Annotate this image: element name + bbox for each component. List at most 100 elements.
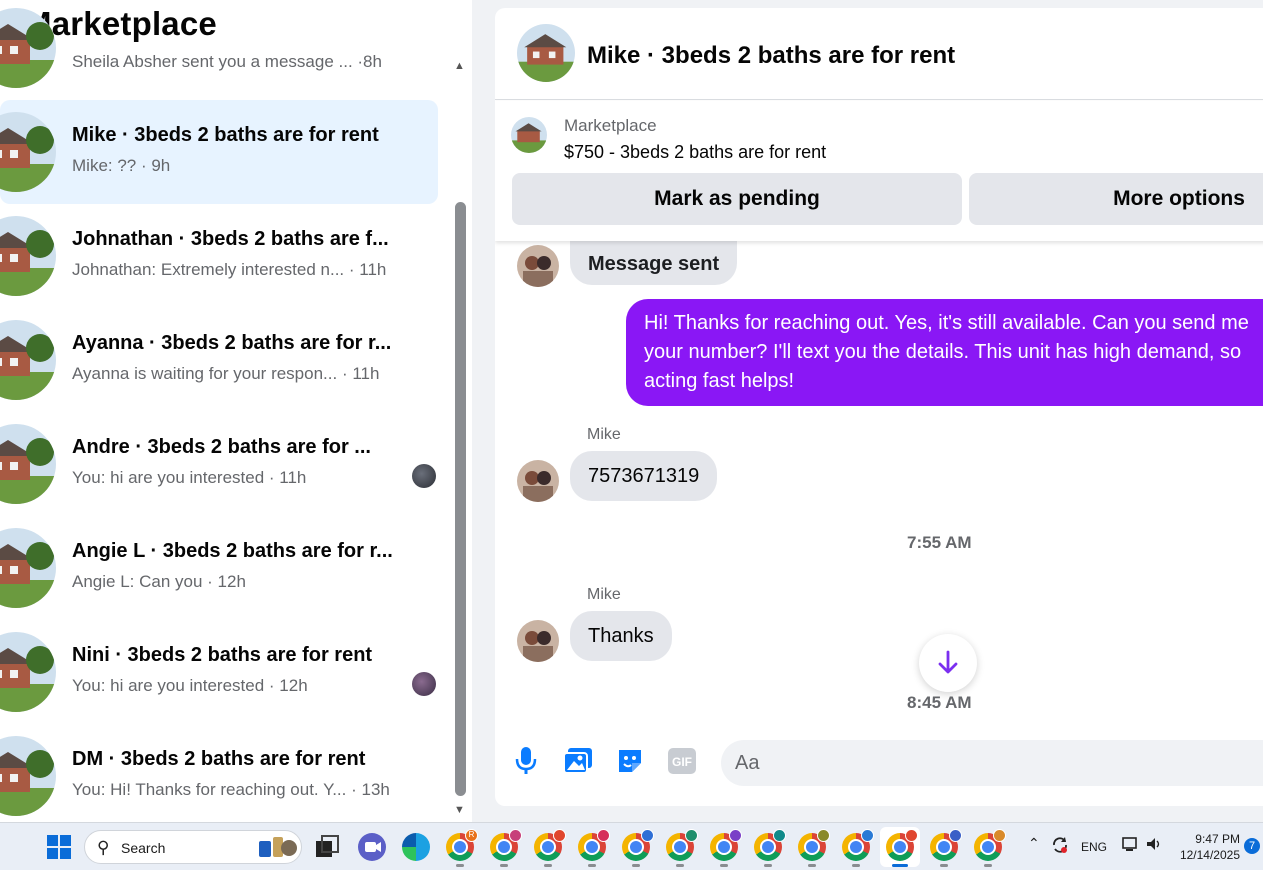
chrome-profile-icon[interactable] — [578, 829, 610, 861]
running-indicator — [500, 864, 508, 867]
running-indicator — [544, 864, 552, 867]
scroll-thumb[interactable] — [455, 202, 466, 796]
running-indicator — [984, 864, 992, 867]
conversation-item[interactable]: Andre · 3beds 2 baths are for ... You: h… — [0, 412, 438, 516]
network-icon[interactable] — [1122, 835, 1140, 856]
listing-banner: Marketplace $750 - 3beds 2 baths are for… — [495, 101, 1263, 241]
chrome-profile-icon[interactable] — [754, 829, 786, 861]
chrome-profile-icon[interactable] — [490, 829, 522, 861]
message-bubble: Thanks — [570, 611, 672, 661]
conversation-item[interactable]: Angie L · 3beds 2 baths are for r... Ang… — [0, 516, 438, 620]
listing-price-title[interactable]: $750 - 3beds 2 baths are for rent — [564, 142, 826, 163]
message-thread: Message sent Hi! Thanks for reaching out… — [495, 219, 1263, 721]
photo-icon[interactable] — [563, 746, 593, 776]
house-thumbnail — [0, 112, 56, 192]
read-receipt-avatar — [412, 672, 436, 696]
chevron-up-icon[interactable]: ⌃ — [1028, 835, 1040, 852]
scroll-up-icon[interactable]: ▲ — [454, 60, 465, 72]
more-options-button[interactable]: More options — [969, 173, 1263, 225]
chrome-profile-icon[interactable] — [798, 829, 830, 861]
profile-badge — [729, 829, 742, 842]
conversation-preview: You: hi are you interested · 11h — [72, 468, 307, 487]
gif-icon[interactable]: GIF — [667, 746, 697, 776]
chat-title[interactable]: Mike · 3beds 2 baths are for rent — [587, 42, 955, 70]
profile-badge — [949, 829, 962, 842]
sticker-icon[interactable] — [615, 746, 645, 776]
conversation-item[interactable]: Sheila Absher sent you a message ... ·8h — [0, 8, 438, 100]
listing-avatar[interactable] — [517, 24, 575, 82]
conversation-item[interactable]: DM · 3beds 2 baths are for rent You: Hi!… — [0, 724, 438, 822]
language-indicator[interactable]: ENG — [1081, 840, 1107, 854]
scroll-down-icon[interactable]: ▼ — [454, 804, 465, 816]
conversation-preview: Mike: ?? · 9h — [72, 156, 171, 175]
sender-avatar — [517, 460, 559, 502]
left-header: ← Marketplace — [0, 0, 472, 48]
scroll-to-bottom-button[interactable] — [919, 634, 977, 692]
search-highlight-icon — [259, 837, 297, 857]
profile-badge — [641, 829, 654, 842]
microphone-icon[interactable] — [511, 746, 541, 776]
house-thumbnail — [0, 632, 56, 712]
profile-badge — [861, 829, 874, 842]
sync-icon[interactable] — [1050, 835, 1070, 858]
running-indicator — [808, 864, 816, 867]
house-thumbnail — [0, 216, 56, 296]
teams-chat-icon[interactable] — [358, 833, 386, 861]
conversation-scrollbar[interactable]: ▲ ▼ — [452, 56, 468, 822]
conversation-panel: ← Marketplace Sheila Absher sent you a m… — [0, 0, 472, 822]
system-clock[interactable]: 9:47 PM 12/14/2025 — [1170, 831, 1240, 863]
chrome-profile-icon[interactable] — [842, 829, 874, 861]
running-indicator — [720, 864, 728, 867]
edge-browser-icon[interactable] — [402, 833, 430, 861]
read-receipt-avatar — [412, 464, 436, 488]
sender-avatar — [517, 620, 559, 662]
task-view-icon[interactable] — [313, 833, 341, 861]
house-thumbnail — [0, 320, 56, 400]
outgoing-message-bubble: Hi! Thanks for reaching out. Yes, it's s… — [626, 299, 1263, 406]
profile-badge — [993, 829, 1006, 842]
chrome-profile-icon[interactable] — [534, 829, 566, 861]
taskbar-search[interactable]: ⚲ Search — [84, 830, 302, 864]
conversation-list: Sheila Absher sent you a message ... ·8h… — [0, 8, 448, 822]
conversation-title: Angie L · 3beds 2 baths are for r... — [72, 540, 393, 562]
chrome-profile-icon[interactable]: R — [446, 829, 478, 861]
conversation-item[interactable]: Nini · 3beds 2 baths are for rent You: h… — [0, 620, 438, 724]
chrome-profile-icon[interactable] — [974, 829, 1006, 861]
profile-badge — [905, 829, 918, 842]
windows-start-icon[interactable] — [47, 835, 71, 859]
conversation-item[interactable]: Ayanna · 3beds 2 baths are for r... Ayan… — [0, 308, 438, 412]
conversation-title: Ayanna · 3beds 2 baths are for r... — [72, 332, 392, 354]
profile-badge — [509, 829, 522, 842]
conversation-preview: Johnathan: Extremely interested n... · 1… — [72, 260, 387, 279]
message-composer: GIF — [495, 728, 1263, 798]
chrome-profile-icon-active[interactable] — [886, 829, 918, 861]
sender-name: Mike — [587, 426, 621, 443]
conversation-title: Johnathan · 3beds 2 baths are f... — [72, 228, 389, 250]
chrome-profile-icon[interactable] — [666, 829, 698, 861]
listing-thumbnail[interactable] — [511, 117, 547, 153]
running-indicator — [456, 864, 464, 867]
chrome-profile-icon[interactable] — [930, 829, 962, 861]
clock-time: 9:47 PM — [1195, 832, 1240, 846]
notification-badge[interactable]: 7 — [1244, 838, 1260, 854]
conversation-item-active[interactable]: Mike · 3beds 2 baths are for rent Mike: … — [0, 100, 438, 204]
listing-source-label: Marketplace — [564, 116, 657, 135]
profile-badge — [817, 829, 830, 842]
conversation-preview: You: hi are you interested · 12h — [72, 676, 308, 695]
chrome-profile-icon[interactable] — [710, 829, 742, 861]
running-indicator — [764, 864, 772, 867]
profile-badge — [597, 829, 610, 842]
conversation-item[interactable]: Johnathan · 3beds 2 baths are f... Johna… — [0, 204, 438, 308]
chrome-profile-icon[interactable] — [622, 829, 654, 861]
sender-avatar — [517, 245, 559, 287]
running-indicator — [940, 864, 948, 867]
sender-name: Mike — [587, 586, 621, 603]
profile-badge: R — [465, 829, 478, 842]
mark-as-pending-button[interactable]: Mark as pending — [512, 173, 962, 225]
search-icon: ⚲ — [97, 838, 110, 857]
message-input[interactable] — [735, 748, 1235, 778]
profile-badge — [685, 829, 698, 842]
running-indicator — [852, 864, 860, 867]
volume-icon[interactable] — [1145, 835, 1163, 856]
message-input-box[interactable] — [721, 740, 1263, 786]
